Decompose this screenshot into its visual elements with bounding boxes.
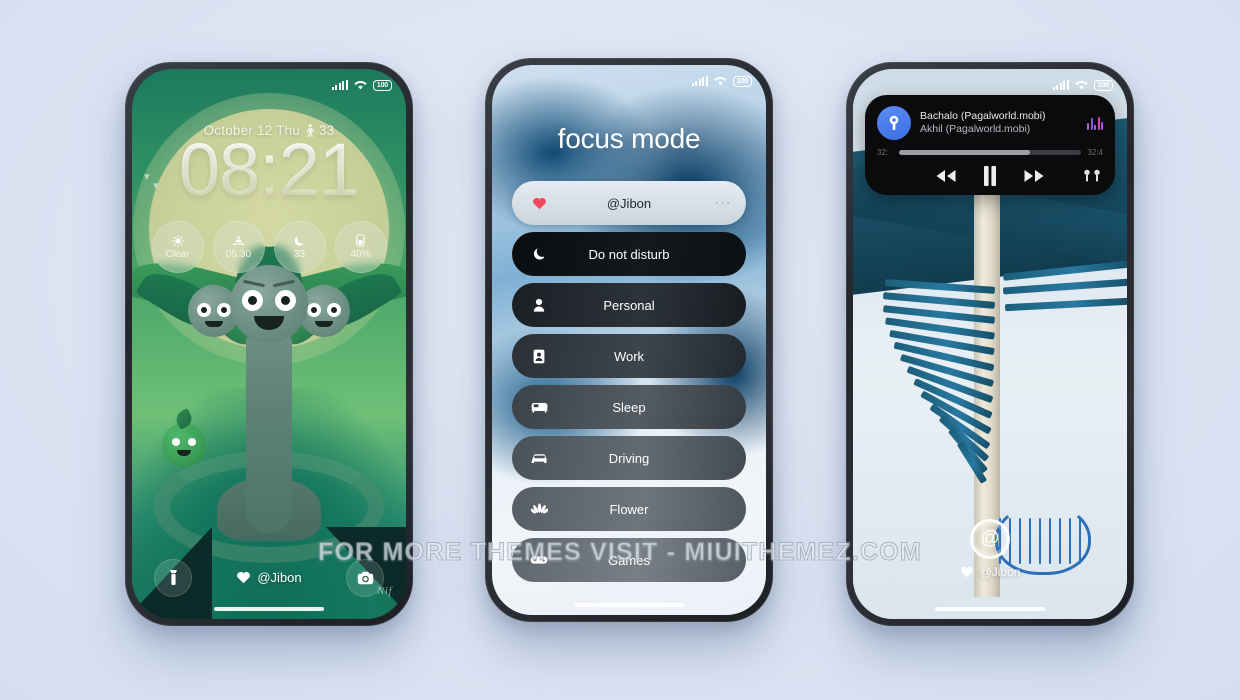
focus-item-do-not-disturb[interactable]: Do not disturb	[512, 232, 746, 276]
phone2-screen: 100 focus mode @Jibon ··· Do not disturb	[492, 65, 766, 615]
lockscreen-widget-row: Clear 05:30 33 40%	[132, 221, 406, 273]
wifi-icon	[354, 80, 367, 90]
signal-bars-icon	[1052, 80, 1069, 90]
phone-focus-mode: 100 focus mode @Jibon ··· Do not disturb	[485, 58, 773, 622]
lockscreen-bottom-row: @Jibon	[132, 558, 406, 597]
wifi-icon	[714, 76, 727, 86]
lockscreen-signature: @Jibon	[960, 565, 1021, 579]
page-title: focus mode	[557, 123, 701, 154]
moon-icon	[294, 235, 305, 247]
phone2-status-bar: 100	[691, 74, 752, 88]
track-title: Bachalo (Pagalworld.mobi)	[920, 110, 1046, 122]
earbuds-icon[interactable]	[1083, 169, 1101, 183]
home-indicator[interactable]	[935, 607, 1045, 611]
sun-icon	[171, 234, 184, 247]
car-icon	[526, 452, 552, 464]
focus-item-work[interactable]: Work	[512, 334, 746, 378]
chevron-decoration: ▾ ▾	[144, 172, 159, 192]
chevron-down-icon: ▾	[153, 180, 159, 192]
signature-text: @Jibon	[979, 565, 1021, 579]
focus-mode-list: @Jibon ··· Do not disturb Personal Work …	[512, 181, 746, 582]
track-meta: Bachalo (Pagalworld.mobi) Akhil (Pagalwo…	[920, 110, 1078, 136]
bed-icon	[526, 401, 552, 413]
track-artist: Akhil (Pagalworld.mobi)	[920, 123, 1031, 135]
signal-bars-icon	[691, 76, 708, 86]
heart-icon	[236, 571, 251, 584]
music-app-icon[interactable]	[877, 106, 911, 140]
fast-forward-icon[interactable]	[1023, 169, 1045, 183]
pause-icon[interactable]	[983, 166, 997, 186]
at-logo-icon: @	[970, 519, 1010, 559]
more-options-icon[interactable]: ···	[715, 197, 732, 209]
lockscreen-time: 08:21	[132, 133, 406, 207]
phone-music-player: 100 Bachalo (Pagalworld.mobi) Akhil (Pag…	[846, 62, 1134, 626]
sunrise-icon	[232, 235, 245, 247]
lockscreen-signature: @Jibon	[236, 570, 302, 585]
person-icon	[526, 298, 552, 312]
moon-widget[interactable]: 33	[273, 221, 326, 273]
focus-item-personal[interactable]: Personal	[512, 283, 746, 327]
gamepad-icon	[526, 554, 552, 566]
badge-icon	[526, 349, 552, 364]
remaining-time: 32:4	[1087, 148, 1103, 157]
moon-icon	[526, 247, 552, 261]
focus-item-driving[interactable]: Driving	[512, 436, 746, 480]
battery-indicator: 100	[1093, 79, 1113, 91]
home-indicator[interactable]	[214, 607, 324, 611]
sunrise-widget-label: 05:30	[225, 248, 252, 260]
signal-bars-icon	[331, 80, 348, 90]
focus-item-flower[interactable]: Flower	[512, 487, 746, 531]
wifi-icon	[1075, 80, 1088, 90]
progress-row: 32: 32:4	[877, 148, 1103, 157]
battery-icon	[356, 234, 365, 247]
focus-item-jibon[interactable]: @Jibon ···	[512, 181, 746, 225]
artist-signature: Nif	[377, 585, 392, 597]
rewind-icon[interactable]	[935, 169, 957, 183]
battery-indicator: 100	[372, 79, 392, 91]
transport-controls	[877, 166, 1103, 186]
phone1-screen: 100 October 12 Thu 33 08:21 ▾ ▾ Clear 05…	[132, 69, 406, 619]
tree-trunk	[246, 333, 292, 533]
lockscreen-clock: October 12 Thu 33 08:21	[132, 123, 406, 207]
elapsed-time: 32:	[877, 148, 889, 157]
screenshot-stage: 100 October 12 Thu 33 08:21 ▾ ▾ Clear 05…	[0, 0, 1240, 700]
flashlight-icon[interactable]	[154, 558, 192, 597]
heart-icon	[526, 197, 552, 210]
focus-item-games[interactable]: Games	[512, 538, 746, 582]
battery-widget[interactable]: 40%	[334, 221, 387, 273]
media-player-card: Bachalo (Pagalworld.mobi) Akhil (Pagalwo…	[865, 95, 1115, 195]
phone1-status-bar: 100	[331, 78, 392, 92]
weather-widget-label: Clear	[165, 248, 190, 260]
phone-lockscreen: 100 October 12 Thu 33 08:21 ▾ ▾ Clear 05…	[125, 62, 413, 626]
battery-widget-label: 40%	[350, 249, 371, 260]
phone3-status-bar: 100	[1052, 78, 1113, 92]
focus-item-sleep[interactable]: Sleep	[512, 385, 746, 429]
phone3-screen: 100 Bachalo (Pagalworld.mobi) Akhil (Pag…	[853, 69, 1127, 619]
home-indicator[interactable]	[574, 603, 684, 607]
battery-indicator: 100	[732, 75, 752, 87]
player-header: Bachalo (Pagalworld.mobi) Akhil (Pagalwo…	[877, 106, 1103, 140]
flower-icon	[526, 502, 552, 516]
moon-widget-label: 33	[293, 248, 306, 260]
signature-text: @Jibon	[257, 570, 302, 585]
equalizer-icon	[1087, 116, 1103, 130]
sunrise-widget[interactable]: 05:30	[212, 221, 265, 273]
coconut-character	[162, 423, 206, 467]
character-face-main	[230, 265, 308, 343]
phone3-signature-block: @ @Jibon	[853, 519, 1127, 579]
heart-icon	[960, 566, 974, 578]
weather-widget[interactable]: Clear	[151, 221, 204, 273]
progress-slider[interactable]	[899, 150, 1081, 155]
